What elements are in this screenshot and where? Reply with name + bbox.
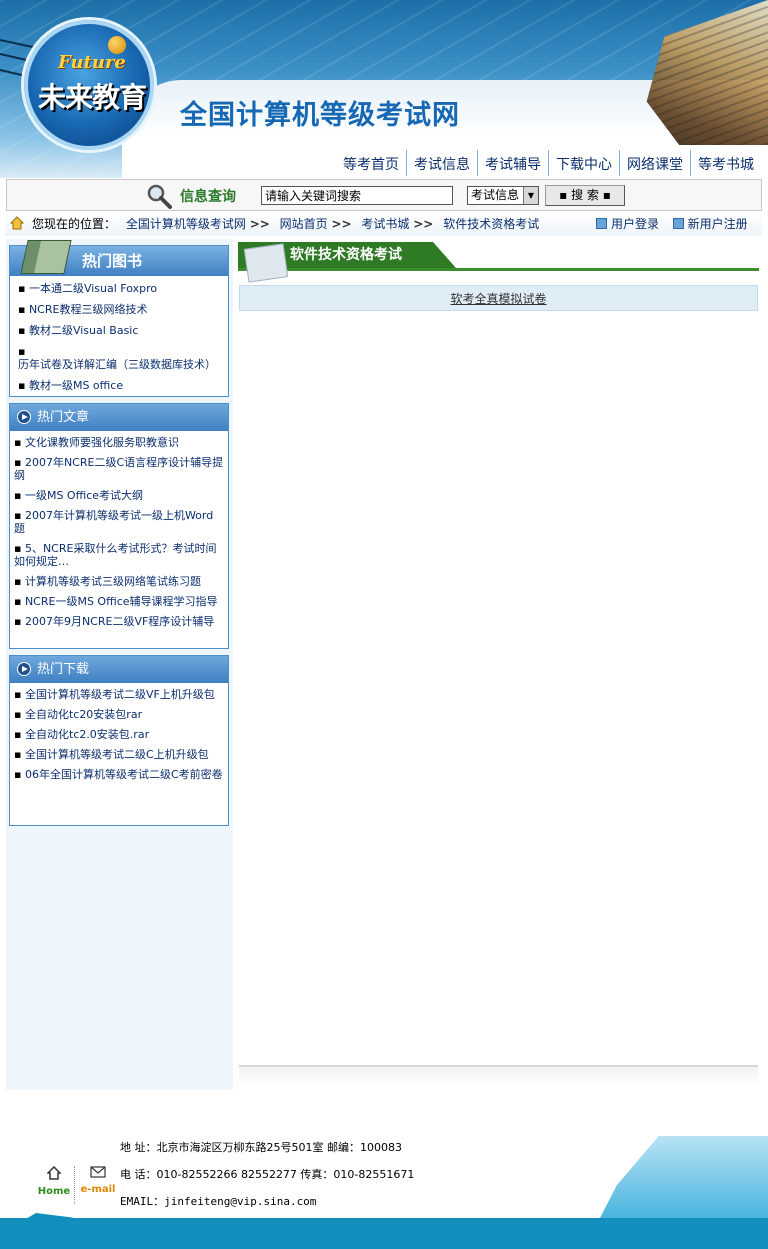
breadcrumb-link-site[interactable]: 全国计算机等级考试网 (126, 217, 246, 231)
divider (74, 1166, 75, 1204)
contact-info: 地 址：北京市海淀区万柳东路25号501室 邮编：100083 电 话：010-… (120, 1134, 414, 1215)
list-item[interactable]: 一本通二级Visual Foxpro (18, 279, 224, 300)
list-item[interactable]: 计算机等级考试三级网络笔试练习题 (14, 573, 224, 593)
hot-articles-panel: 热门文章 文化课教师要强化服务职教意识 2007年NCRE二级C语言程序设计辅导… (9, 403, 229, 649)
hot-books-header: 热门图书 (10, 240, 228, 276)
login-link[interactable]: 用户登录 (611, 217, 659, 231)
list-item[interactable]: 2007年NCRE二级C语言程序设计辅导提纲 (14, 454, 224, 487)
product-list: 软考全真模拟试卷 (239, 285, 758, 311)
hot-downloads-header: 热门下载 (10, 656, 228, 683)
list-item[interactable]: 2007年计算机等级考试一级上机Word题 (14, 507, 224, 540)
list-item[interactable]: 06年全国计算机等级考试二级C考前密卷 (14, 766, 224, 786)
search-category-select[interactable]: 考试信息 ▼ (467, 186, 539, 205)
search-label: 信息查询 (180, 189, 236, 205)
footer-phone: 电 话：010-82552266 82552277 传真：010-8255167… (120, 1168, 415, 1181)
site-header: Future 未来教育 全国计算机等级考试网 等考首页 考试信息 考试辅导 下载… (0, 0, 768, 178)
list-item[interactable]: 软考全真模拟试卷 (240, 290, 757, 307)
breadcrumb-prefix: 您现在的位置： (32, 217, 117, 231)
main-content: 软件技术资格考试 软考全真模拟试卷 (238, 239, 759, 1090)
hot-books-title: 热门图书 (82, 252, 143, 270)
sidebar: 热门图书 一本通二级Visual Foxpro NCRE教程三级网络技术 教材二… (6, 239, 233, 1090)
hot-books-list: 一本通二级Visual Foxpro NCRE教程三级网络技术 教材二级Visu… (10, 276, 228, 401)
nav-item-online-class[interactable]: 网络课堂 (619, 150, 690, 176)
login-icon (596, 218, 607, 229)
footer-email: EMAIL：jinfeiteng@vip.sina.com (120, 1195, 317, 1208)
list-item[interactable]: 5、NCRE采取什么考试形式？考试时间如何规定… (14, 540, 224, 573)
search-button[interactable]: ▪ 搜 索 ▪ (545, 185, 625, 206)
arrow-bullet-icon (17, 410, 31, 424)
breadcrumb-link-home[interactable]: 网站首页 (280, 217, 328, 231)
nav-item-bookstore[interactable]: 等考书城 (690, 150, 761, 176)
list-item[interactable]: 全国计算机等级考试二级C上机升级包 (14, 746, 224, 766)
list-item[interactable]: 文化课教师要强化服务职教意识 (14, 434, 224, 454)
list-item[interactable]: 教材一级MS office (18, 376, 224, 397)
search-bar: 信息查询 考试信息 ▼ ▪ 搜 索 ▪ (6, 179, 762, 211)
hot-downloads-title: 热门下载 (37, 662, 90, 677)
breadcrumb-trail: 您现在的位置： 全国计算机等级考试网 >> 网站首页 >> 考试书城 >> 软件… (32, 212, 539, 236)
home-icon (47, 1166, 61, 1180)
list-item[interactable]: 2007年9月NCRE二级VF程序设计辅导 (14, 613, 224, 633)
footer-home-label: Home (37, 1186, 71, 1197)
footer-band (0, 1218, 768, 1249)
list-item[interactable]: 一级MS Office考试大纲 (14, 487, 224, 507)
register-icon (672, 218, 684, 229)
chevron-down-icon[interactable]: ▼ (523, 187, 538, 204)
list-item[interactable]: 历年试卷及详解汇编（三级数据库技术） (18, 342, 224, 376)
hot-articles-title: 热门文章 (37, 410, 90, 425)
nav-item-tutoring[interactable]: 考试辅导 (477, 150, 548, 176)
breadcrumb: 您现在的位置： 全国计算机等级考试网 >> 网站首页 >> 考试书城 >> 软件… (6, 212, 762, 236)
footer-home-link[interactable]: Home (36, 1166, 72, 1197)
arrow-bullet-icon (17, 662, 31, 676)
search-category-value: 考试信息 (471, 188, 520, 202)
book-stack-icon (243, 243, 289, 283)
logo-text-en: Future (58, 52, 126, 73)
mail-icon (90, 1166, 106, 1178)
breadcrumb-link-current[interactable]: 软件技术资格考试 (443, 217, 539, 231)
hot-articles-header: 热门文章 (10, 404, 228, 431)
list-item[interactable]: NCRE一级MS Office辅导课程学习指导 (14, 593, 224, 613)
site-footer: Home e-mail 地 址：北京市海淀区万柳东路25号501室 邮编：100… (0, 1106, 768, 1249)
footer-email-label: e-mail (80, 1184, 116, 1195)
list-item[interactable]: 教材二级Visual Basic (18, 321, 224, 342)
breadcrumb-link-bookstore[interactable]: 考试书城 (361, 217, 409, 231)
hot-downloads-list: 全国计算机等级考试二级VF上机升级包 全自动化tc20安装包rar 全自动化tc… (10, 683, 228, 790)
site-logo[interactable]: Future 未来教育 (24, 20, 154, 150)
register-link[interactable]: 新用户注册 (688, 217, 748, 231)
section-title-bar: 软件技术资格考试 (238, 242, 759, 283)
user-links: 用户登录 新用户注册 (596, 212, 748, 236)
logo-text-cn: 未来教育 (38, 81, 147, 114)
main-nav: 等考首页 考试信息 考试辅导 下载中心 网络课堂 等考书城 (336, 150, 761, 176)
footer-email-link[interactable]: e-mail (78, 1166, 118, 1195)
nav-item-home[interactable]: 等考首页 (336, 150, 406, 176)
list-item[interactable]: 全国计算机等级考试二级VF上机升级包 (14, 686, 224, 706)
hot-books-panel: 热门图书 一本通二级Visual Foxpro NCRE教程三级网络技术 教材二… (9, 240, 229, 397)
hot-articles-list: 文化课教师要强化服务职教意识 2007年NCRE二级C语言程序设计辅导提纲 一级… (10, 431, 228, 637)
home-icon (10, 216, 24, 230)
magnifier-icon (147, 184, 172, 209)
book-icon (20, 240, 72, 274)
footer-address: 地 址：北京市海淀区万柳东路25号501室 邮编：100083 (120, 1141, 402, 1154)
hot-downloads-panel: 热门下载 全国计算机等级考试二级VF上机升级包 全自动化tc20安装包rar 全… (9, 655, 229, 826)
nav-item-exam-info[interactable]: 考试信息 (406, 150, 477, 176)
content-bottom-bar (239, 1065, 758, 1085)
breadcrumb-separator: >> (331, 217, 352, 231)
site-title: 全国计算机等级考试网 (180, 100, 460, 131)
search-input[interactable] (261, 186, 453, 205)
list-item[interactable]: 全自动化tc20安装包rar (14, 706, 224, 726)
footer-decoration (600, 1136, 768, 1218)
breadcrumb-separator: >> (413, 217, 434, 231)
nav-item-downloads[interactable]: 下载中心 (548, 150, 619, 176)
list-item[interactable]: 全自动化tc2.0安装包.rar (14, 726, 224, 746)
breadcrumb-separator: >> (249, 217, 270, 231)
list-item[interactable]: NCRE教程三级网络技术 (18, 300, 224, 321)
